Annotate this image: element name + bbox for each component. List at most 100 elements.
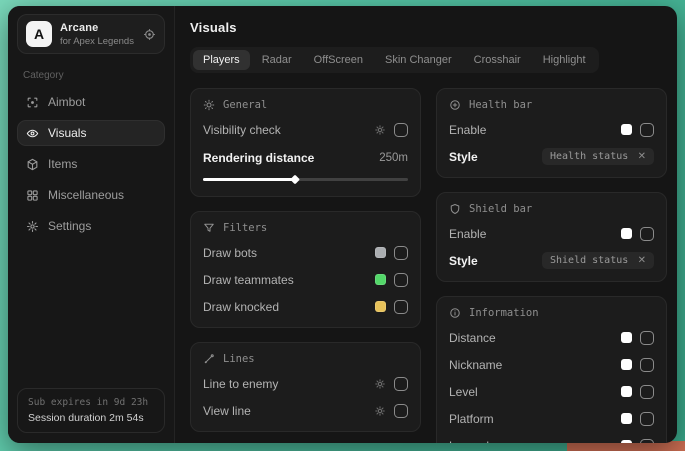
page-title: Visuals bbox=[190, 20, 667, 35]
checkbox[interactable] bbox=[394, 273, 408, 287]
setting-controls bbox=[621, 412, 654, 426]
card-header-shield-bar: Shield bar bbox=[449, 203, 654, 215]
color-swatch[interactable] bbox=[621, 413, 632, 424]
setting-controls: Shield status ✕ bbox=[542, 252, 654, 269]
setting-label: Distance bbox=[449, 331, 496, 345]
checkbox[interactable] bbox=[640, 439, 654, 444]
color-swatch[interactable] bbox=[621, 386, 632, 397]
setting-controls bbox=[374, 377, 408, 391]
checkbox[interactable] bbox=[394, 123, 408, 137]
color-swatch[interactable] bbox=[621, 440, 632, 443]
setting-controls bbox=[375, 246, 408, 260]
setting-label: Nickname bbox=[449, 358, 502, 372]
color-swatch[interactable] bbox=[621, 332, 632, 343]
checkbox[interactable] bbox=[394, 300, 408, 314]
health-icon bbox=[449, 99, 461, 111]
tab-highlight[interactable]: Highlight bbox=[533, 50, 596, 70]
tab-bar: PlayersRadarOffScreenSkin ChangerCrossha… bbox=[190, 47, 599, 73]
gear-icon[interactable] bbox=[374, 378, 386, 390]
style-select[interactable]: Shield status ✕ bbox=[542, 252, 654, 269]
tab-radar[interactable]: Radar bbox=[252, 50, 302, 70]
setting-label: Legend name bbox=[449, 439, 522, 444]
close-icon[interactable]: ✕ bbox=[638, 256, 646, 266]
brand-text: Arcane for Apex Legends bbox=[60, 22, 135, 47]
items-icon bbox=[26, 158, 39, 171]
sidebar-item-label: Settings bbox=[48, 219, 91, 233]
slider-setting: Rendering distance250m bbox=[203, 149, 408, 184]
checkbox[interactable] bbox=[640, 227, 654, 241]
sidebar-item-label: Items bbox=[48, 157, 77, 171]
column-right: Health barEnableStyleHealth status✕Shiel… bbox=[436, 88, 667, 443]
sub-expiry-text: Sub expires in 9d 23h bbox=[28, 397, 154, 408]
setting-row-draw-teammates: Draw teammates bbox=[203, 271, 408, 288]
close-icon[interactable]: ✕ bbox=[638, 152, 646, 162]
setting-row-draw-knocked: Draw knocked bbox=[203, 298, 408, 315]
setting-label: Style bbox=[449, 254, 478, 268]
aimbot-icon bbox=[26, 96, 39, 109]
gear-icon[interactable] bbox=[374, 405, 386, 417]
setting-controls bbox=[375, 300, 408, 314]
checkbox[interactable] bbox=[640, 331, 654, 345]
card-header-filters: Filters bbox=[203, 222, 408, 234]
card-header-lines: Lines bbox=[203, 353, 408, 365]
misc-icon bbox=[26, 189, 39, 202]
sidebar-item-settings[interactable]: Settings bbox=[17, 213, 165, 239]
setting-label: Rendering distance bbox=[203, 151, 314, 165]
color-swatch[interactable] bbox=[621, 228, 632, 239]
column-left: GeneralVisibility checkRendering distanc… bbox=[190, 88, 421, 443]
setting-row-distance: Distance bbox=[449, 329, 654, 346]
card-title: Information bbox=[469, 307, 539, 319]
style-select-value: Health status bbox=[550, 151, 628, 162]
style-select-value: Shield status bbox=[550, 255, 628, 266]
checkbox[interactable] bbox=[640, 385, 654, 399]
setting-label: Level bbox=[449, 385, 478, 399]
line-icon bbox=[203, 353, 215, 365]
color-swatch[interactable] bbox=[375, 301, 386, 312]
setting-label: Enable bbox=[449, 123, 486, 137]
setting-row-enable: Enable bbox=[449, 225, 654, 242]
setting-row-legend-name: Legend name bbox=[449, 437, 654, 443]
color-swatch[interactable] bbox=[621, 359, 632, 370]
tab-crosshair[interactable]: Crosshair bbox=[464, 50, 531, 70]
sidebar-item-label: Visuals bbox=[48, 126, 86, 140]
checkbox[interactable] bbox=[394, 246, 408, 260]
style-select[interactable]: Health status ✕ bbox=[542, 148, 654, 165]
sidebar-item-visuals[interactable]: Visuals bbox=[17, 120, 165, 146]
slider-thumb[interactable] bbox=[290, 175, 300, 185]
card-health-bar: Health bar Enable Style Health status ✕ bbox=[436, 88, 667, 178]
sidebar-item-aimbot[interactable]: Aimbot bbox=[17, 89, 165, 115]
card-title: Lines bbox=[223, 353, 255, 365]
sidebar-item-miscellaneous[interactable]: Miscellaneous bbox=[17, 182, 165, 208]
card-title: Health bar bbox=[469, 99, 532, 111]
checkbox[interactable] bbox=[640, 412, 654, 426]
checkbox[interactable] bbox=[640, 123, 654, 137]
setting-label: Enable bbox=[449, 227, 486, 241]
setting-row-enable: Enable bbox=[449, 121, 654, 138]
setting-controls bbox=[621, 385, 654, 399]
color-swatch[interactable] bbox=[621, 124, 632, 135]
checkbox[interactable] bbox=[394, 404, 408, 418]
setting-row-style: Style Health status ✕ bbox=[449, 148, 654, 165]
setting-label: Line to enemy bbox=[203, 377, 278, 391]
target-icon[interactable] bbox=[143, 28, 156, 41]
setting-label: Draw bots bbox=[203, 246, 257, 260]
tab-offscreen[interactable]: OffScreen bbox=[304, 50, 373, 70]
app-name: Arcane bbox=[60, 22, 135, 34]
app-logo: A bbox=[26, 21, 52, 47]
gear-icon[interactable] bbox=[374, 124, 386, 136]
sidebar-item-items[interactable]: Items bbox=[17, 151, 165, 177]
info-icon bbox=[449, 307, 461, 319]
setting-controls bbox=[621, 358, 654, 372]
sidebar-item-label: Miscellaneous bbox=[48, 188, 124, 202]
checkbox[interactable] bbox=[640, 358, 654, 372]
checkbox[interactable] bbox=[394, 377, 408, 391]
color-swatch[interactable] bbox=[375, 274, 386, 285]
setting-label: Style bbox=[449, 150, 478, 164]
color-swatch[interactable] bbox=[375, 247, 386, 258]
slider[interactable] bbox=[203, 175, 408, 184]
slider-label-row: Rendering distance250m bbox=[203, 149, 408, 166]
setting-row-style: Style Shield status ✕ bbox=[449, 252, 654, 269]
tab-players[interactable]: Players bbox=[193, 50, 250, 70]
card-general: GeneralVisibility checkRendering distanc… bbox=[190, 88, 421, 197]
tab-skin-changer[interactable]: Skin Changer bbox=[375, 50, 462, 70]
